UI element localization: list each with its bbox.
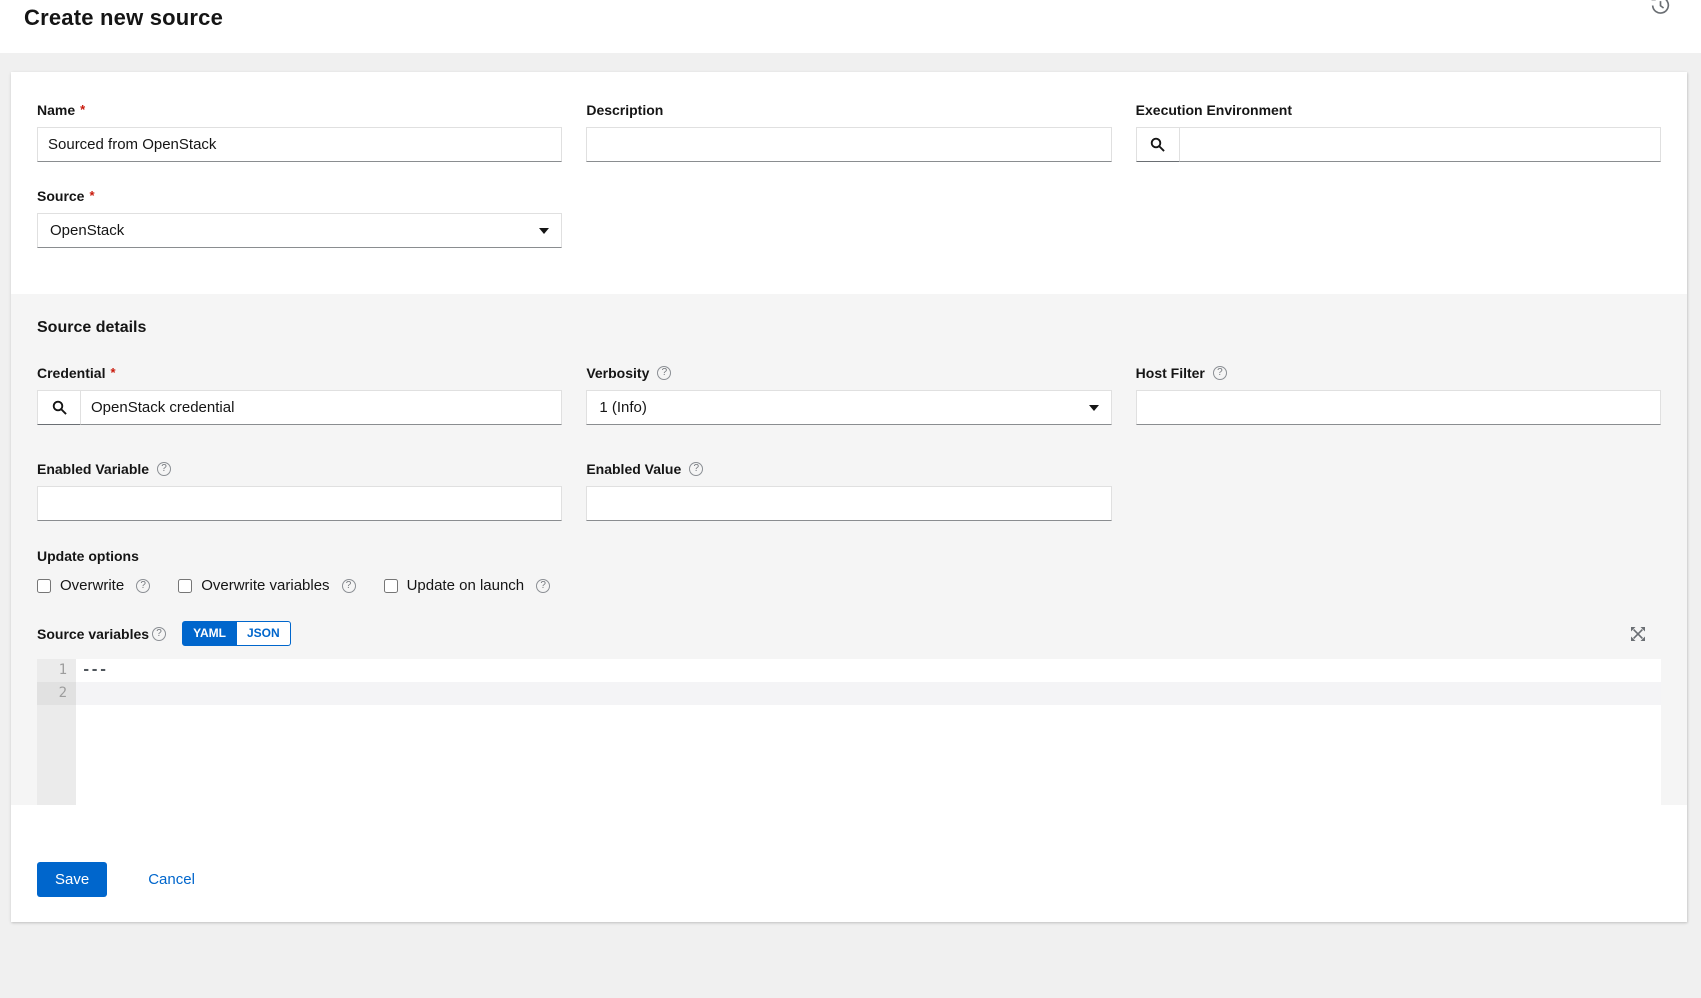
overwrite-label: Overwrite	[60, 577, 124, 594]
source-label: Source	[37, 188, 562, 204]
host-filter-label-text: Host Filter	[1136, 365, 1205, 381]
execution-environment-search-button[interactable]	[1136, 127, 1180, 162]
expand-icon-glyph	[1630, 626, 1646, 642]
yaml-json-toggle: YAML JSON	[182, 621, 291, 646]
overwrite-checkbox-item: Overwrite	[37, 577, 150, 594]
enabled-value-field-group: Enabled Value	[586, 461, 1111, 521]
credential-label: Credential	[37, 365, 562, 381]
update-options-row: Overwrite Overwrite variables Update on …	[37, 577, 1661, 594]
enabled-variable-label-text: Enabled Variable	[37, 461, 149, 477]
name-field-group: Name	[37, 102, 562, 162]
cancel-button[interactable]: Cancel	[148, 871, 195, 888]
help-icon[interactable]	[689, 462, 703, 476]
description-input[interactable]	[586, 127, 1111, 162]
verbosity-label-text: Verbosity	[586, 365, 649, 381]
overwrite-checkbox[interactable]	[37, 579, 51, 593]
enabled-value-label: Enabled Value	[586, 461, 1111, 477]
enabled-value-label-text: Enabled Value	[586, 461, 681, 477]
host-filter-label: Host Filter	[1136, 365, 1661, 381]
editor-content[interactable]: ---	[76, 659, 1661, 805]
history-icon[interactable]	[1651, 0, 1670, 15]
source-variables-label: Source variables	[37, 626, 149, 642]
name-label: Name	[37, 102, 562, 118]
host-filter-field-group: Host Filter	[1136, 365, 1661, 425]
json-toggle-button[interactable]: JSON	[237, 621, 291, 646]
search-icon	[1150, 137, 1165, 152]
update-on-launch-label: Update on launch	[407, 577, 525, 594]
description-field-group: Description	[586, 102, 1111, 162]
name-label-text: Name	[37, 102, 75, 118]
verbosity-select-value: 1 (Info)	[599, 399, 647, 416]
execution-environment-label-text: Execution Environment	[1136, 102, 1292, 118]
form-footer: Save Cancel	[11, 805, 1687, 922]
page-header: Create new source	[0, 0, 1701, 53]
line-number: 2	[37, 682, 76, 705]
verbosity-select[interactable]: 1 (Info)	[586, 390, 1111, 425]
verbosity-label: Verbosity	[586, 365, 1111, 381]
required-asterisk	[80, 105, 85, 115]
history-icon-glyph	[1651, 0, 1670, 15]
overwrite-variables-checkbox-item: Overwrite variables	[178, 577, 355, 594]
name-input[interactable]	[37, 127, 562, 162]
update-on-launch-checkbox[interactable]	[384, 579, 398, 593]
execution-environment-label: Execution Environment	[1136, 102, 1661, 118]
enabled-value-input[interactable]	[586, 486, 1111, 521]
verbosity-field-group: Verbosity 1 (Info)	[586, 365, 1111, 425]
description-label: Description	[586, 102, 1111, 118]
help-icon[interactable]	[536, 579, 550, 593]
help-icon[interactable]	[657, 366, 671, 380]
execution-environment-input[interactable]	[1180, 127, 1661, 162]
help-icon[interactable]	[342, 579, 356, 593]
page-title: Create new source	[24, 0, 1677, 31]
help-icon[interactable]	[1213, 366, 1227, 380]
required-asterisk	[89, 191, 94, 201]
chevron-down-icon	[539, 228, 549, 234]
line-number: 1	[37, 659, 76, 682]
source-label-text: Source	[37, 188, 84, 204]
help-icon[interactable]	[152, 627, 166, 641]
credential-input[interactable]	[81, 390, 562, 425]
save-button[interactable]: Save	[37, 862, 107, 897]
source-select-value: OpenStack	[50, 222, 124, 239]
help-icon[interactable]	[157, 462, 171, 476]
credential-search-button[interactable]	[37, 390, 81, 425]
enabled-variable-input[interactable]	[37, 486, 562, 521]
source-select[interactable]: OpenStack	[37, 213, 562, 248]
credential-field-group: Credential	[37, 365, 562, 425]
editor-line	[76, 682, 1661, 705]
expand-icon[interactable]	[1630, 626, 1646, 642]
search-icon	[52, 400, 67, 415]
required-asterisk	[110, 368, 115, 378]
credential-label-text: Credential	[37, 365, 105, 381]
help-icon[interactable]	[136, 579, 150, 593]
enabled-variable-field-group: Enabled Variable	[37, 461, 562, 521]
execution-environment-field-group: Execution Environment	[1136, 102, 1661, 162]
enabled-variable-label: Enabled Variable	[37, 461, 562, 477]
editor-line: ---	[76, 659, 1661, 682]
chevron-down-icon	[1089, 405, 1099, 411]
source-details-section: Source details Credential	[11, 294, 1687, 805]
create-source-card: Name Description Execution Environment	[11, 72, 1687, 922]
host-filter-input[interactable]	[1136, 390, 1661, 425]
editor-line-gutter: 1 2	[37, 659, 76, 805]
source-field-group: Source OpenStack	[37, 188, 562, 248]
source-variables-editor[interactable]: 1 2 ---	[37, 659, 1661, 805]
update-on-launch-checkbox-item: Update on launch	[384, 577, 551, 594]
source-details-heading: Source details	[37, 319, 1661, 337]
description-label-text: Description	[586, 102, 663, 118]
yaml-toggle-button[interactable]: YAML	[182, 621, 237, 646]
top-form-section: Name Description Execution Environment	[11, 72, 1687, 294]
overwrite-variables-checkbox[interactable]	[178, 579, 192, 593]
source-variables-row: Source variables YAML JSON	[37, 621, 1661, 646]
update-options-heading: Update options	[37, 548, 1661, 564]
overwrite-variables-label: Overwrite variables	[201, 577, 329, 594]
